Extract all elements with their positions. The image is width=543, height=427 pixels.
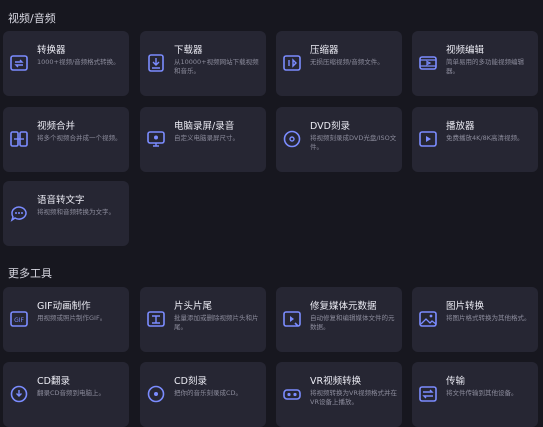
tool-card-dvd-burner[interactable]: DVD刻录 将视频刻录成DVD光盘/ISO文件。: [276, 107, 402, 172]
tool-card-video-editor[interactable]: 视频编辑 简单易用的多功能视频编辑器。: [412, 31, 538, 96]
screen-record-icon: [146, 129, 166, 149]
speech-to-text-icon: [9, 203, 29, 223]
svg-text:GIF: GIF: [14, 317, 24, 324]
tool-card-video-merge[interactable]: 视频合并 将多个视频合并成一个视频。: [3, 107, 129, 172]
tool-card-screen-recorder[interactable]: 电脑录屏/录音 自定义电脑录屏尺寸。: [140, 107, 266, 172]
metadata-icon: [282, 309, 302, 329]
player-icon: [418, 129, 438, 149]
card-title: 播放器: [446, 121, 475, 132]
card-description: 从10000+视频网站下载视频和音乐。: [174, 58, 259, 75]
transfer-icon: [418, 384, 438, 404]
section-title-video-audio: 视频/音频: [8, 12, 56, 25]
gif-icon: GIF: [9, 309, 29, 329]
card-description: 自定义电脑录屏尺寸。: [174, 134, 239, 142]
card-title: GIF动画制作: [37, 301, 91, 312]
card-title: 图片转换: [446, 301, 485, 312]
download-icon: [146, 53, 166, 73]
image-convert-icon: [418, 309, 438, 329]
card-description: 将视频和音频转换为文字。: [37, 208, 115, 216]
card-description: 将图片格式转换为其他格式。: [446, 314, 531, 322]
merge-icon: [9, 129, 29, 149]
card-description: 将视频转换为VR视频格式并在VR设备上播放。: [310, 389, 397, 406]
card-description: 1000+视频/音频格式转换。: [37, 58, 120, 66]
card-description: 翻录CD音频到电脑上。: [37, 389, 106, 397]
tool-card-intro-outro[interactable]: 片头片尾 批量添加或删除视频片头和片尾。: [140, 287, 266, 352]
card-description: 将视频刻录成DVD光盘/ISO文件。: [310, 134, 397, 151]
tool-card-transfer[interactable]: 传输 将文件传输到其他设备。: [412, 362, 538, 427]
card-description: 把你的音乐刻录成CD。: [174, 389, 243, 397]
card-title: 视频合并: [37, 121, 76, 132]
card-description: 简单易用的多功能视频编辑器。: [446, 58, 524, 75]
card-description: 用视频或照片制作GIF。: [37, 314, 107, 322]
card-description: 免费播放4K/8K高清视频。: [446, 134, 524, 142]
tool-card-image-converter[interactable]: 图片转换 将图片格式转换为其他格式。: [412, 287, 538, 352]
card-title: DVD刻录: [310, 121, 350, 132]
tool-card-vr-converter[interactable]: VR视频转换 将视频转换为VR视频格式并在VR设备上播放。: [276, 362, 402, 427]
section-title-more-tools: 更多工具: [8, 267, 52, 280]
tool-card-converter[interactable]: 转换器 1000+视频/音频格式转换。: [3, 31, 129, 96]
card-description: 无损压缩视频/音频文件。: [310, 58, 384, 66]
convert-icon: [9, 53, 29, 73]
card-title: 视频编辑: [446, 45, 485, 56]
tool-card-gif-maker[interactable]: GIF GIF动画制作 用视频或照片制作GIF。: [3, 287, 129, 352]
vr-icon: [282, 384, 302, 404]
card-title: 电脑录屏/录音: [174, 121, 235, 132]
card-title: 压缩器: [310, 45, 339, 56]
tool-card-speech-to-text[interactable]: 语音转文字 将视频和音频转换为文字。: [3, 181, 129, 246]
tool-card-cd-burner[interactable]: CD刻录 把你的音乐刻录成CD。: [140, 362, 266, 427]
film-edit-icon: [418, 53, 438, 73]
dvd-burn-icon: [282, 129, 302, 149]
card-description: 自动修复和编辑媒体文件的元数据。: [310, 314, 395, 331]
card-description: 将文件传输到其他设备。: [446, 389, 518, 397]
card-title: CD翻录: [37, 376, 70, 387]
card-description: 将多个视频合并成一个视频。: [37, 134, 122, 142]
cd-rip-icon: [9, 384, 29, 404]
compress-icon: [282, 53, 302, 73]
tool-card-downloader[interactable]: 下载器 从10000+视频网站下载视频和音乐。: [140, 31, 266, 96]
card-title: 下载器: [174, 45, 203, 56]
card-title: 转换器: [37, 45, 66, 56]
card-title: 语音转文字: [37, 195, 85, 206]
card-title: 传输: [446, 376, 466, 387]
card-title: 修复媒体元数据: [310, 301, 377, 312]
intro-outro-icon: [146, 309, 166, 329]
tool-card-cd-ripper[interactable]: CD翻录 翻录CD音频到电脑上。: [3, 362, 129, 427]
tool-card-fix-metadata[interactable]: 修复媒体元数据 自动修复和编辑媒体文件的元数据。: [276, 287, 402, 352]
tool-card-player[interactable]: 播放器 免费播放4K/8K高清视频。: [412, 107, 538, 172]
cd-burn-icon: [146, 384, 166, 404]
card-description: 批量添加或删除视频片头和片尾。: [174, 314, 259, 331]
card-title: 片头片尾: [174, 301, 213, 312]
card-title: VR视频转换: [310, 376, 362, 387]
tool-card-compressor[interactable]: 压缩器 无损压缩视频/音频文件。: [276, 31, 402, 96]
card-title: CD刻录: [174, 376, 207, 387]
